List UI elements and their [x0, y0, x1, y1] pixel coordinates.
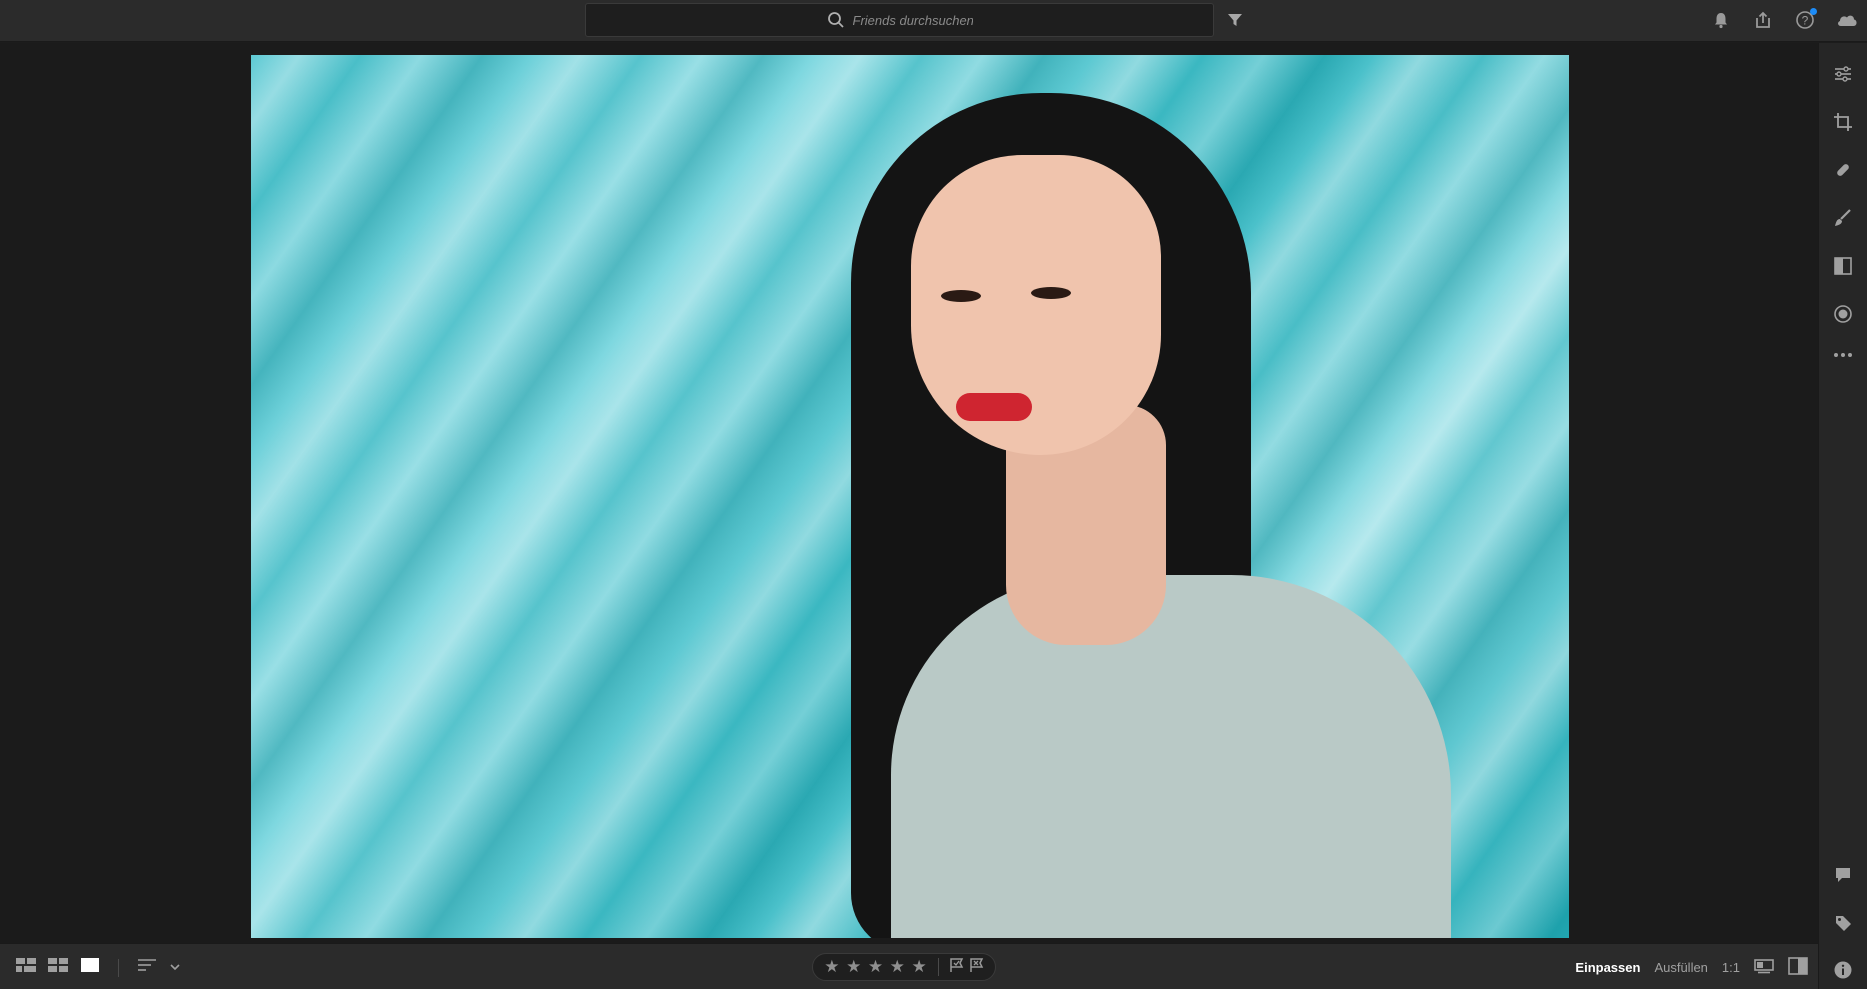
zoom-1to1-button[interactable]: 1:1 [1722, 960, 1740, 975]
single-view-icon[interactable] [80, 957, 100, 978]
info-icon[interactable] [1831, 958, 1855, 982]
zoom-controls: Einpassen Ausfüllen 1:1 [1575, 957, 1808, 978]
split-view-icon[interactable] [1788, 957, 1808, 978]
eye-right [1031, 287, 1071, 299]
crop-icon[interactable] [1831, 110, 1855, 134]
top-bar: ? [0, 0, 1867, 42]
search-icon [827, 12, 844, 28]
chevron-down-icon[interactable] [169, 959, 181, 977]
rating-control: ★ ★ ★ ★ ★ [812, 953, 996, 981]
edit-sliders-icon[interactable] [1831, 62, 1855, 86]
face-shape [911, 155, 1161, 455]
svg-text:?: ? [1802, 14, 1809, 28]
bottom-bar: ★ ★ ★ ★ ★ Einpassen Ausfüllen 1:1 [0, 943, 1818, 989]
sweater-shape [891, 575, 1451, 938]
star-3[interactable]: ★ [867, 957, 885, 977]
grid-small-icon[interactable] [48, 957, 68, 978]
search-field[interactable] [585, 3, 1214, 37]
filter-icon[interactable] [1226, 11, 1244, 29]
comment-icon[interactable] [1831, 863, 1855, 887]
star-2[interactable]: ★ [845, 957, 863, 977]
gradient-icon[interactable] [1831, 254, 1855, 278]
bell-icon[interactable] [1709, 8, 1733, 32]
sort-icon[interactable] [137, 957, 157, 978]
toolbar-divider [118, 958, 119, 977]
flag-pick-icon[interactable] [949, 957, 965, 978]
star-5[interactable]: ★ [910, 957, 928, 977]
help-icon[interactable]: ? [1793, 8, 1817, 32]
notification-dot [1810, 8, 1817, 15]
eye-left [941, 290, 981, 302]
star-4[interactable]: ★ [888, 957, 906, 977]
more-icon[interactable] [1831, 343, 1855, 367]
compare-icon[interactable] [1754, 958, 1774, 977]
radial-icon[interactable] [1831, 302, 1855, 326]
right-toolbar [1818, 43, 1867, 989]
healing-icon[interactable] [1831, 158, 1855, 182]
lips-shape [956, 393, 1032, 421]
zoom-fill-button[interactable]: Ausfüllen [1654, 960, 1707, 975]
grid-large-icon[interactable] [16, 957, 36, 978]
search-input[interactable] [852, 12, 973, 28]
share-icon[interactable] [1751, 8, 1775, 32]
tag-icon[interactable] [1831, 911, 1855, 935]
rating-divider [937, 958, 939, 976]
photo-image[interactable] [251, 55, 1569, 938]
flag-reject-icon[interactable] [969, 957, 985, 978]
brush-icon[interactable] [1831, 206, 1855, 230]
cloud-icon[interactable] [1835, 8, 1859, 32]
zoom-fit-button[interactable]: Einpassen [1575, 960, 1640, 975]
star-1[interactable]: ★ [823, 957, 841, 977]
